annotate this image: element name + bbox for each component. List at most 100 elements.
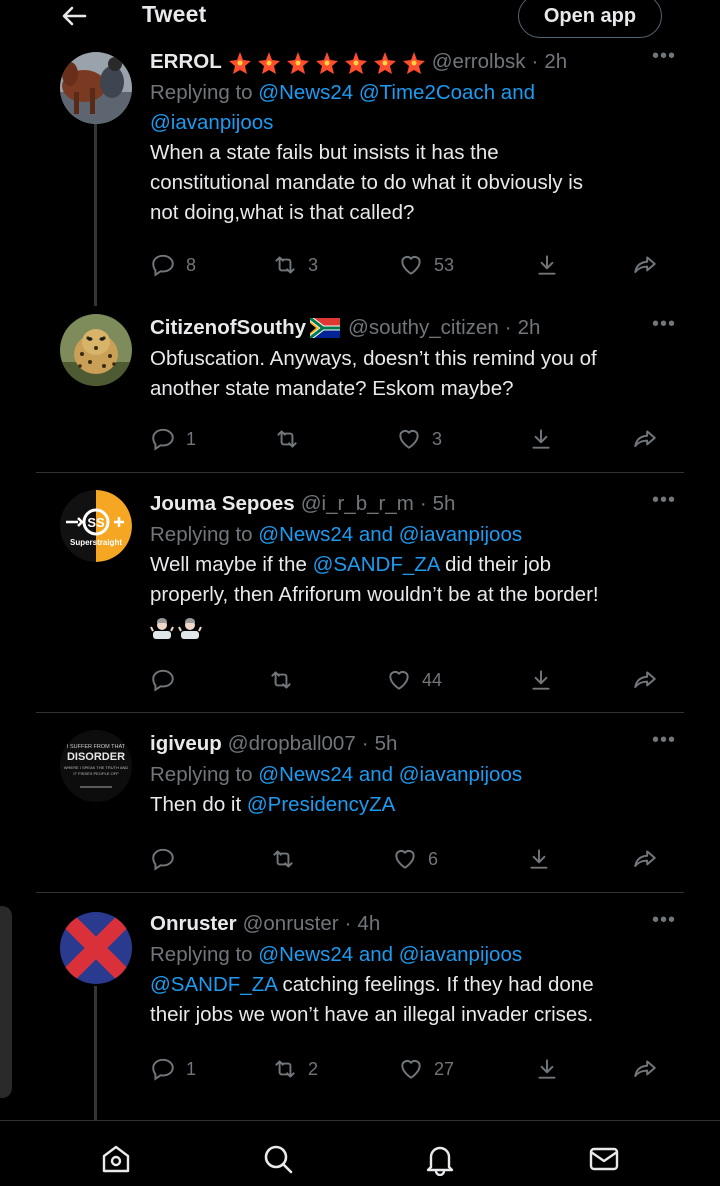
heart-icon: [401, 255, 421, 275]
timestamp[interactable]: 2h: [544, 48, 567, 76]
reply-button[interactable]: [150, 665, 186, 695]
retweet-button[interactable]: [268, 665, 304, 695]
avatar[interactable]: SS Superstraight: [60, 490, 132, 562]
like-button[interactable]: 53: [398, 250, 454, 280]
tweet-citizenofsouthy[interactable]: ••• CitizenofSouthy @southy_citizen · 2h…: [40, 312, 686, 472]
share-icon: [634, 671, 656, 689]
reply-count: 1: [186, 428, 197, 449]
nav-messages[interactable]: [584, 1139, 624, 1179]
nav-home[interactable]: [96, 1139, 136, 1179]
replying-mentions[interactable]: @News24 and @iavanpijoos: [258, 523, 522, 546]
replying-prefix: Replying to: [150, 523, 253, 546]
reply-button[interactable]: 1: [150, 1054, 196, 1084]
replying-to: Replying to @News24 and @iavanpijoos: [150, 760, 670, 790]
retweet-button[interactable]: 2: [272, 1054, 318, 1084]
user-handle[interactable]: @dropball007: [228, 730, 356, 758]
tweet-actions: 8 3 53: [150, 250, 668, 280]
display-name[interactable]: igiveup: [150, 730, 222, 758]
share-button[interactable]: [632, 1054, 658, 1084]
share-icon: [634, 1060, 656, 1078]
text-segment: Well maybe if the: [150, 553, 313, 576]
user-handle[interactable]: @southy_citizen: [348, 314, 499, 342]
display-name[interactable]: Onruster: [150, 910, 237, 938]
mention-link[interactable]: @PresidencyZA: [247, 793, 395, 816]
mention-link[interactable]: @SANDF_ZA: [313, 553, 440, 576]
display-name[interactable]: Jouma Sepoes: [150, 490, 295, 518]
tweet-jouma-sepoes[interactable]: SS Superstraight ••• Jouma Sepoes @i_r_b…: [40, 488, 686, 712]
text-segment: did their job: [439, 553, 552, 576]
like-button[interactable]: 27: [398, 1054, 454, 1084]
avatar[interactable]: [60, 912, 132, 984]
share-button[interactable]: [632, 424, 658, 454]
separator-dot: ·: [504, 316, 512, 339]
replying-to: Replying to @News24 and @iavanpijoos: [150, 940, 670, 970]
share-button[interactable]: [632, 250, 658, 280]
page-title: Tweet: [142, 1, 207, 27]
display-name[interactable]: ERROL: [150, 48, 222, 76]
like-button[interactable]: 44: [386, 665, 442, 695]
retweet-button[interactable]: [270, 844, 306, 874]
share-button[interactable]: [632, 844, 658, 874]
timestamp[interactable]: 4h: [357, 910, 380, 938]
bookmark-button[interactable]: [534, 250, 560, 280]
timestamp[interactable]: 5h: [375, 730, 398, 758]
reply-icon: [152, 1058, 174, 1081]
reply-icon: [152, 428, 174, 451]
tweet-onruster[interactable]: ••• Onruster @onruster · 4h Replying to …: [40, 908, 686, 1120]
reply-button[interactable]: 8: [150, 250, 196, 280]
user-handle[interactable]: @onruster: [243, 910, 339, 938]
avatar[interactable]: [60, 314, 132, 386]
reply-button[interactable]: 1: [150, 424, 196, 454]
user-handle[interactable]: @i_r_b_r_m: [301, 490, 414, 518]
mention-link[interactable]: @SANDF_ZA: [150, 973, 277, 996]
back-button[interactable]: [58, 2, 90, 30]
open-app-button[interactable]: Open app: [518, 0, 662, 38]
avatar[interactable]: I SUFFER FROM THAT DISORDER WHERE I SPEA…: [60, 730, 132, 802]
tweet-errol[interactable]: ••• ERROL @errolbsk · 2h Replying to @Ne…: [40, 44, 686, 306]
retweet-count: 2: [308, 1058, 319, 1079]
like-button[interactable]: 3: [396, 424, 442, 454]
text-segment: Then do it: [150, 793, 247, 816]
text-segment: catching feelings. If they had done: [276, 973, 594, 996]
timestamp[interactable]: 2h: [518, 314, 541, 342]
user-handle[interactable]: @errolbsk: [432, 48, 526, 76]
avatar[interactable]: [60, 52, 132, 124]
tweet-igiveup[interactable]: I SUFFER FROM THAT DISORDER WHERE I SPEA…: [40, 728, 686, 892]
retweet-icon: [275, 256, 295, 274]
display-name[interactable]: CitizenofSouthy: [150, 314, 306, 342]
replying-to: Replying to @News24 and @iavanpijoos: [150, 520, 670, 550]
replying-mentions[interactable]: @News24 @Time2Coach and: [258, 81, 535, 104]
replying-mention[interactable]: @iavanpijoos: [150, 111, 273, 134]
reply-button[interactable]: [150, 844, 186, 874]
thread-line: [94, 986, 97, 1120]
replying-mentions[interactable]: @News24 and @iavanpijoos: [258, 763, 522, 786]
heart-icon: [389, 670, 409, 690]
like-button[interactable]: 6: [392, 844, 438, 874]
divider: [36, 472, 684, 473]
reply-icon: [152, 848, 174, 871]
bookmark-button[interactable]: [526, 844, 552, 874]
avatar-logo-text: Superstraight: [70, 538, 122, 547]
tweet-header: igiveup @dropball007 · 5h: [150, 730, 670, 758]
side-drawer-handle[interactable]: [0, 906, 12, 1098]
svg-text:SS: SS: [87, 515, 105, 530]
bookmark-button[interactable]: [528, 665, 554, 695]
retweet-button[interactable]: 3: [272, 250, 318, 280]
like-count: 53: [434, 254, 455, 275]
share-button[interactable]: [632, 665, 658, 695]
like-count: 6: [428, 848, 439, 869]
avatar-text-line: I SUFFER FROM THAT: [67, 744, 126, 750]
reply-icon: [152, 254, 174, 277]
tweet-text-line: properly, then Afriforum wouldn’t be at …: [150, 583, 599, 606]
bookmark-button[interactable]: [534, 1054, 560, 1084]
heart-icon: [399, 429, 419, 449]
nav-explore[interactable]: [258, 1139, 298, 1179]
share-icon: [634, 850, 656, 868]
retweet-button[interactable]: [274, 424, 310, 454]
tweet-text-line: Well maybe if the @SANDF_ZA did their jo…: [150, 550, 670, 580]
bookmark-button[interactable]: [528, 424, 554, 454]
nav-notifications[interactable]: [420, 1139, 460, 1179]
timestamp[interactable]: 5h: [433, 490, 456, 518]
back-arrow-icon: [62, 6, 87, 26]
replying-mentions[interactable]: @News24 and @iavanpijoos: [258, 943, 522, 966]
